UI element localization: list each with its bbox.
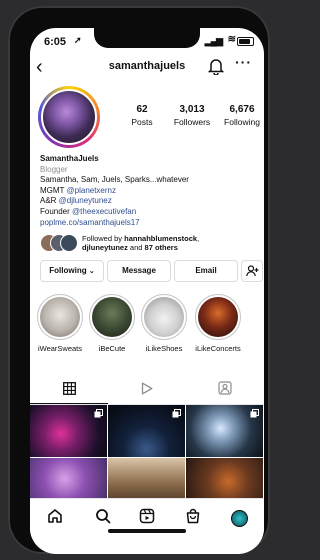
nav-home[interactable]: [44, 507, 66, 529]
tab-tagged[interactable]: [186, 378, 264, 403]
nav-shop[interactable]: [182, 507, 204, 529]
stat-following[interactable]: 6,676 Following: [218, 104, 264, 127]
highlight-image: [198, 297, 238, 337]
email-button[interactable]: Email: [174, 260, 238, 282]
reels-play-icon: [141, 382, 153, 400]
followed-by-sep: ,: [197, 234, 200, 243]
tab-reels[interactable]: [108, 378, 186, 403]
followed-by-text: Followed by hannahblumenstock, djluneytun…: [82, 234, 262, 252]
bio-line-3-prefix: A&R: [40, 196, 59, 206]
message-button[interactable]: Message: [107, 260, 171, 282]
home-indicator: [108, 529, 186, 533]
profile-avatar-icon: [230, 509, 248, 527]
following-button-label: Following: [49, 266, 87, 275]
followed-by[interactable]: Followed by hannahblumenstock, djluneytun…: [40, 232, 260, 254]
stat-followers-value: 3,013: [179, 104, 205, 115]
followed-by-name-2: djluneytunez: [82, 243, 128, 252]
more-options-icon[interactable]: ···: [235, 54, 252, 70]
profile-stats: 62 Posts 3,013 Followers 6,676 Following: [118, 104, 264, 140]
signal-icon: ▂▄▆: [204, 36, 223, 46]
stat-posts-label: Posts: [131, 117, 153, 127]
add-person-icon: [245, 265, 259, 279]
multi-image-icon: [250, 409, 259, 418]
highlight-label: iLikeShoes: [145, 344, 183, 353]
grid-icon: [62, 381, 76, 400]
following-button[interactable]: Following ⌄: [40, 260, 104, 282]
highlight-cover: [195, 294, 241, 340]
highlight-label: iBeCute: [98, 344, 126, 353]
multi-image-icon: [94, 409, 103, 418]
status-time: 6:05: [44, 36, 67, 48]
highlight-iwearsweats[interactable]: iWearSweats: [36, 294, 84, 353]
bio-link[interactable]: poplme.co/samanthajuels17: [40, 218, 256, 229]
nav-search[interactable]: [92, 507, 114, 529]
followed-by-mid: and: [127, 243, 145, 252]
profile-bio: SamanthaJuels Blogger Samantha, Sam, Jue…: [40, 154, 256, 228]
profile-header: ‹ samanthajuels ···: [30, 54, 264, 82]
battery-icon: [237, 37, 254, 46]
nav-reels[interactable]: [136, 507, 158, 529]
bio-line-2-prefix: MGMT: [40, 185, 67, 195]
bio-mention-djluneytunez[interactable]: @djluneytunez: [59, 196, 112, 205]
bio-line-4-prefix: Founder: [40, 206, 73, 216]
bottom-nav: [30, 498, 264, 539]
highlight-image: [144, 297, 184, 337]
bio-line-3: A&R @djluneytunez: [40, 196, 256, 207]
highlight-image: [92, 297, 132, 337]
story-highlights: iWearSweats iBeCute iLikeShoes iLikeConc…: [30, 294, 264, 374]
stat-posts[interactable]: 62 Posts: [118, 104, 166, 127]
stat-followers-label: Followers: [173, 117, 211, 127]
post-thumbnail[interactable]: [108, 405, 185, 457]
bio-line-2: MGMT @planetxernz: [40, 186, 256, 197]
highlight-cover: [141, 294, 187, 340]
highlight-ilikeshoes[interactable]: iLikeShoes: [140, 294, 188, 353]
profile-actions: Following ⌄ Message Email: [40, 260, 264, 282]
add-person-button[interactable]: [241, 260, 263, 282]
highlight-ibecute[interactable]: iBeCute: [88, 294, 136, 353]
highlight-cover: [89, 294, 135, 340]
highlight-cover: [37, 294, 83, 340]
highlight-label: iLikeConcerts: [195, 344, 241, 353]
highlight-image: [40, 297, 80, 337]
location-arrow-icon: ➚: [74, 35, 82, 45]
shop-bag-icon: [185, 508, 201, 529]
highlight-label: iWearSweats: [37, 344, 83, 353]
status-bar: 6:05 ➚ ▂▄▆ ≋: [30, 28, 264, 52]
stat-followers[interactable]: 3,013 Followers: [168, 104, 216, 127]
home-icon: [47, 508, 63, 529]
follower-avatar: [60, 234, 78, 252]
followed-by-prefix: Followed by: [82, 234, 125, 243]
screen: 6:05 ➚ ▂▄▆ ≋ ‹ samanthajuels ··· 62 Post: [30, 28, 264, 554]
post-thumbnail[interactable]: [30, 405, 107, 457]
header-username: samanthajuels: [108, 60, 186, 72]
profile-avatar[interactable]: [41, 89, 97, 145]
followed-by-avatars: [40, 234, 80, 252]
stat-posts-value: 62: [136, 104, 148, 115]
bio-mention-theexecutivefan[interactable]: @theexecutivefan: [72, 207, 136, 216]
phone-frame: 6:05 ➚ ▂▄▆ ≋ ‹ samanthajuels ··· 62 Post: [8, 6, 270, 554]
bio-line-1: Samantha, Sam, Juels, Sparks...whatever: [40, 175, 189, 185]
stat-following-value: 6,676: [229, 104, 255, 115]
followed-by-others: 87 others: [144, 243, 178, 252]
bio-mention-planetxernz[interactable]: @planetxernz: [67, 186, 116, 195]
tagged-icon: [218, 381, 232, 400]
highlight-ilikeconcerts[interactable]: iLikeConcerts: [194, 294, 242, 353]
tab-grid[interactable]: [30, 378, 108, 404]
bio-line-4: Founder @theexecutivefan: [40, 207, 256, 218]
stat-following-label: Following: [224, 117, 260, 127]
profile-avatar-ring[interactable]: [38, 86, 100, 148]
chevron-down-icon: ⌄: [88, 268, 95, 275]
bell-icon[interactable]: [207, 58, 225, 80]
followed-by-name-1: hannahblumenstock: [124, 234, 198, 243]
posts-grid: [30, 405, 264, 511]
bio-category: Blogger: [40, 164, 68, 174]
post-thumbnail[interactable]: [186, 405, 263, 457]
search-icon: [95, 508, 111, 529]
reels-icon: [139, 508, 155, 529]
nav-profile[interactable]: [228, 507, 250, 529]
wifi-icon: ≋: [227, 34, 236, 45]
multi-image-icon: [172, 409, 181, 418]
bio-name: SamanthaJuels: [40, 154, 99, 163]
profile-tabs: [30, 378, 264, 405]
